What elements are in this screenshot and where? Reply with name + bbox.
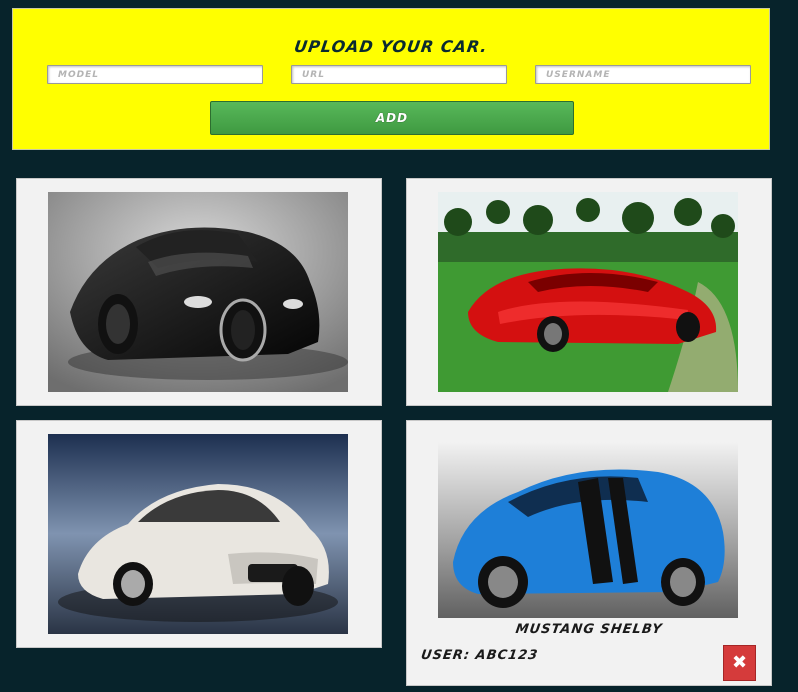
car-card: Mustang Shelby User: abc123 ✖ <box>406 420 772 686</box>
car-name: Mustang Shelby <box>514 622 664 637</box>
upload-panel: Upload your car. Add <box>12 8 770 150</box>
car-photo-maserati[interactable] <box>48 434 348 634</box>
car-photo-red-roadster[interactable] <box>438 192 738 392</box>
car-image <box>48 434 348 634</box>
car-image <box>48 192 348 392</box>
car-image <box>438 442 738 618</box>
car-user: User: abc123 <box>419 648 540 663</box>
close-icon: ✖ <box>731 652 748 673</box>
url-input[interactable] <box>291 65 507 84</box>
delete-button[interactable]: ✖ <box>723 645 756 681</box>
username-input[interactable] <box>535 65 751 84</box>
add-button[interactable]: Add <box>210 101 574 135</box>
upload-title: Upload your car. <box>292 37 490 56</box>
car-image <box>438 192 738 392</box>
model-input[interactable] <box>47 65 263 84</box>
car-card <box>16 420 382 648</box>
car-photo-mustang[interactable] <box>438 434 738 618</box>
car-card <box>406 178 772 406</box>
car-photo-bugatti[interactable] <box>48 192 348 392</box>
car-card <box>16 178 382 406</box>
